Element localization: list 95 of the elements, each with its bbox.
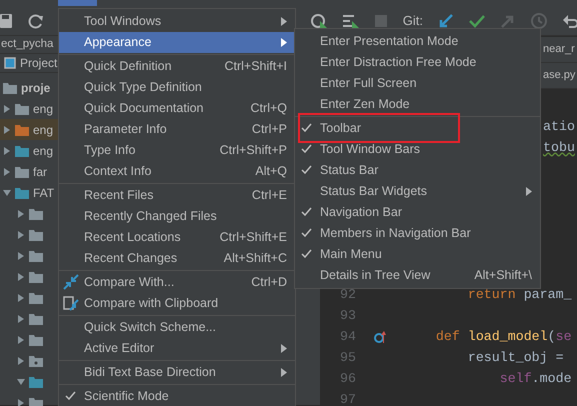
profiler-icon[interactable] (310, 12, 327, 28)
line-number: 95 (339, 348, 356, 367)
menu-item[interactable]: Context Info Alt+Q (59, 161, 295, 182)
menu-item[interactable]: Active Editor (59, 338, 295, 359)
menu-item[interactable]: Quick Type Definition (59, 77, 295, 98)
menu-item[interactable]: Scientific Mode (59, 386, 295, 406)
panel-title[interactable]: Project (20, 54, 58, 72)
folder-icon (29, 228, 43, 241)
menu-item[interactable]: Enter Zen Mode (295, 94, 540, 115)
expand-arrow-icon[interactable] (3, 104, 11, 113)
folder-icon (29, 376, 43, 388)
expand-arrow-icon[interactable] (17, 356, 25, 365)
expand-arrow-icon[interactable] (17, 230, 25, 239)
folder-icon (29, 208, 43, 220)
line-number: 94 (339, 328, 356, 346)
line-number: 97 (339, 390, 356, 406)
breadcrumb-item[interactable]: ect_pycha (1, 36, 54, 54)
menu-item[interactable]: Compare With... Ctrl+D (59, 272, 295, 293)
update-icon[interactable] (439, 14, 453, 28)
save-icon[interactable] (0, 12, 12, 28)
menu-item[interactable]: Members in Navigation Bar (295, 223, 540, 244)
folder-icon (29, 354, 43, 367)
menu-item[interactable]: Quick Documentation Ctrl+Q (59, 98, 295, 119)
commit-check-icon[interactable] (469, 14, 485, 28)
expand-arrow-icon[interactable] (3, 126, 11, 134)
line-number: 93 (339, 306, 356, 325)
collapse-arrow-icon[interactable] (17, 378, 25, 386)
expand-arrow-icon[interactable] (17, 210, 25, 218)
menu-item[interactable]: Navigation Bar (295, 202, 540, 223)
menu-item[interactable]: Main Menu (295, 244, 540, 265)
menu-item[interactable]: Bidi Text Base Direction (59, 362, 295, 383)
menu-item[interactable]: Tool Windows (59, 11, 295, 32)
folder-icon (15, 166, 29, 178)
folder-icon (29, 270, 43, 283)
tree-item-label[interactable]: far (33, 162, 48, 181)
tree-item-label[interactable]: proje (21, 78, 50, 97)
menu-item[interactable]: Quick Definition Ctrl+Shift+I (59, 56, 295, 77)
folder-icon (15, 102, 29, 115)
tree-item-label[interactable]: eng (33, 120, 54, 139)
menu-item[interactable]: Status Bar Widgets (295, 181, 540, 202)
tree-item-label[interactable]: eng (33, 100, 54, 118)
clipboard-compare-icon (63, 295, 79, 311)
menu-item[interactable]: Compare with Clipboard (59, 293, 295, 314)
folder-icon (15, 186, 29, 199)
folder-icon (29, 396, 43, 406)
tree-item-label[interactable]: FAT (33, 184, 54, 202)
expand-arrow-icon[interactable] (17, 314, 25, 323)
menu-item[interactable]: Toolbar (295, 118, 540, 139)
compare-arrows-icon (63, 274, 79, 290)
menu-item[interactable]: Tool Window Bars (295, 139, 540, 160)
folder-icon (29, 250, 43, 262)
menu-item[interactable]: Recent Files Ctrl+E (59, 185, 295, 206)
menu-item[interactable]: Enter Distraction Free Mode (295, 52, 540, 73)
folder-icon (3, 82, 17, 94)
panel-icon (4, 57, 16, 70)
undo-icon[interactable] (563, 14, 577, 28)
menu-item[interactable]: Recent Locations Ctrl+Shift+E (59, 227, 295, 248)
collapse-arrow-icon[interactable] (3, 188, 11, 197)
menu-item[interactable]: Recently Changed Files (59, 206, 295, 227)
expand-arrow-icon[interactable] (3, 146, 11, 155)
menu-item[interactable]: Type Info Ctrl+Shift+P (59, 140, 295, 161)
refresh-icon[interactable] (28, 12, 44, 28)
menu-item[interactable]: Recent Changes Alt+Shift+C (59, 248, 295, 269)
expand-arrow-icon[interactable] (3, 168, 11, 176)
line-number: 92 (339, 286, 356, 304)
folder-icon (15, 144, 29, 157)
folder-icon (29, 312, 43, 325)
code-line: tobu (543, 138, 575, 157)
expand-arrow-icon[interactable] (17, 272, 25, 281)
menu-item[interactable]: Enter Presentation Mode (295, 31, 540, 52)
code-line: return param_ (466, 286, 572, 304)
menu-item[interactable]: Appearance (59, 32, 295, 53)
breadcrumb-item[interactable]: near_r (543, 41, 575, 58)
menu-item[interactable]: Status Bar (295, 160, 540, 181)
menu-item[interactable]: Enter Full Screen (295, 73, 540, 94)
editor-tab[interactable]: ase.py (543, 67, 576, 84)
tree-item-label[interactable]: eng (33, 142, 54, 160)
code-line: self.mode (498, 370, 572, 388)
menu-item[interactable]: Details in Tree View Alt+Shift+\ (295, 265, 540, 286)
expand-arrow-icon[interactable] (17, 398, 25, 406)
expand-arrow-icon[interactable] (17, 336, 25, 344)
code-line: def load_model(se (434, 328, 572, 346)
menu-item[interactable]: Quick Switch Scheme... (59, 317, 295, 338)
expand-arrow-icon[interactable] (17, 294, 25, 302)
expand-arrow-icon[interactable] (17, 252, 25, 260)
folder-icon (29, 334, 43, 346)
run-list-icon[interactable] (342, 12, 359, 28)
override-marker-icon[interactable] (374, 330, 386, 342)
folder-icon (29, 292, 43, 304)
menu-item[interactable]: Parameter Info Ctrl+P (59, 119, 295, 140)
code-line: atio (543, 118, 575, 136)
line-number: 96 (339, 370, 356, 388)
folder-icon (15, 124, 29, 136)
code-line: result_obj = (466, 348, 564, 367)
git-label: Git: (402, 12, 423, 30)
